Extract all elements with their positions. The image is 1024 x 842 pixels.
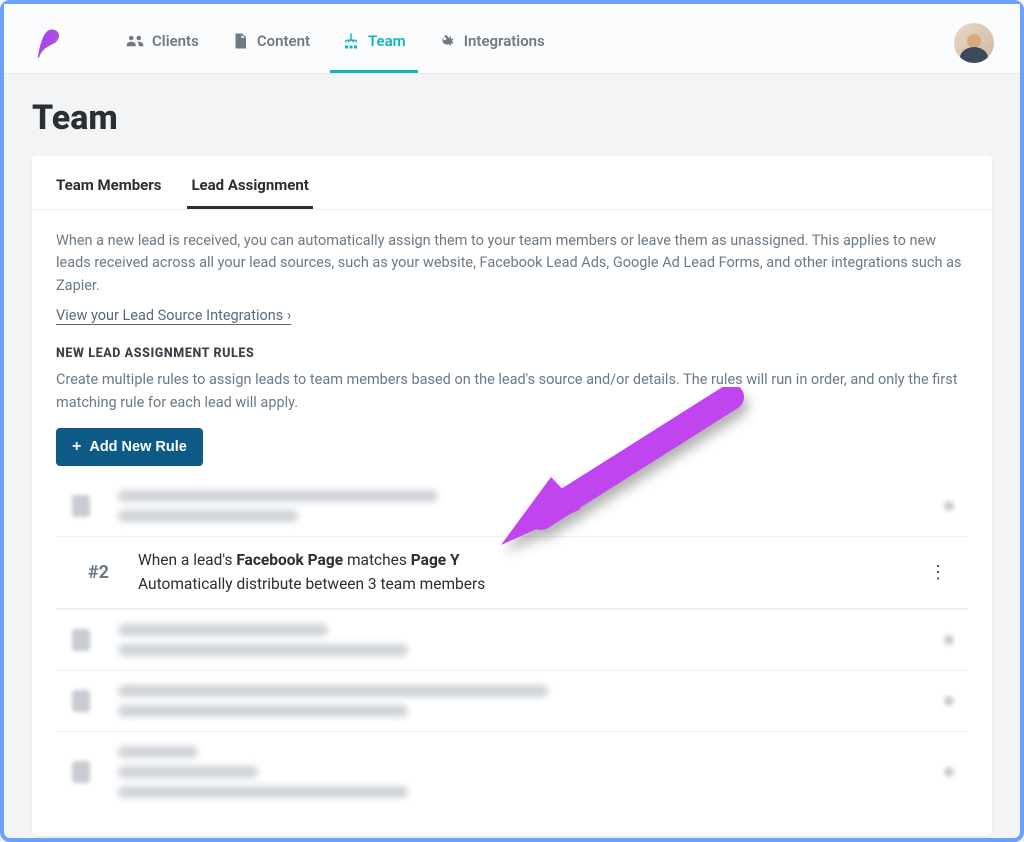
gears-icon bbox=[438, 32, 456, 50]
rule-row-blurred bbox=[56, 476, 968, 536]
rules-list: #2 When a lead's Facebook Page matches P… bbox=[56, 476, 968, 812]
drag-handle-icon bbox=[72, 495, 90, 517]
drag-handle-icon bbox=[72, 629, 90, 651]
lead-assignment-panel: When a new lead is received, you can aut… bbox=[32, 210, 992, 816]
top-nav-left: Clients Content Team Integrations bbox=[30, 12, 557, 73]
nav-team[interactable]: Team bbox=[330, 12, 418, 73]
integrations-link[interactable]: View your Lead Source Integrations › bbox=[56, 307, 291, 324]
rule-row-2[interactable]: #2 When a lead's Facebook Page matches P… bbox=[56, 536, 968, 609]
kebab-icon bbox=[944, 696, 954, 706]
rule-action-line: Automatically distribute between 3 team … bbox=[138, 573, 485, 596]
kebab-icon: ⋮ bbox=[929, 562, 946, 583]
team-tabs: Team Members Lead Assignment bbox=[32, 156, 992, 210]
nav-clients-label: Clients bbox=[152, 32, 199, 50]
rule-condition-line: When a lead's Facebook Page matches Page… bbox=[138, 549, 485, 572]
nav-integrations[interactable]: Integrations bbox=[426, 12, 557, 73]
add-new-rule-label: Add New Rule bbox=[89, 439, 186, 455]
top-nav-bar: Clients Content Team Integrations bbox=[4, 4, 1020, 74]
people-icon bbox=[126, 32, 144, 50]
kebab-icon bbox=[944, 767, 954, 777]
drag-handle-icon bbox=[72, 761, 90, 783]
panel-description: When a new lead is received, you can aut… bbox=[56, 230, 968, 297]
tab-team-members[interactable]: Team Members bbox=[52, 168, 165, 209]
kebab-icon bbox=[944, 501, 954, 511]
rule-menu-button[interactable]: ⋮ bbox=[919, 556, 956, 589]
org-chart-icon bbox=[342, 32, 360, 50]
rules-section-description: Create multiple rules to assign leads to… bbox=[56, 369, 968, 414]
rule-index: #2 bbox=[88, 562, 116, 583]
team-card: Team Members Lead Assignment When a new … bbox=[32, 156, 992, 836]
nav-clients[interactable]: Clients bbox=[114, 12, 211, 73]
rules-section-label: NEW LEAD ASSIGNMENT RULES bbox=[56, 346, 968, 361]
rule-row-blurred bbox=[56, 670, 968, 731]
nav-content-label: Content bbox=[257, 32, 310, 50]
rule-text: When a lead's Facebook Page matches Page… bbox=[138, 549, 485, 596]
drag-handle-icon bbox=[72, 690, 90, 712]
nav-content[interactable]: Content bbox=[219, 12, 322, 73]
rule-row-blurred bbox=[56, 609, 968, 670]
rule-row-blurred bbox=[56, 731, 968, 812]
nav-team-label: Team bbox=[368, 32, 406, 50]
add-new-rule-button[interactable]: + Add New Rule bbox=[56, 428, 203, 466]
nav-integrations-label: Integrations bbox=[464, 32, 545, 50]
app-logo-icon bbox=[30, 25, 66, 61]
document-icon bbox=[231, 32, 249, 50]
user-avatar[interactable] bbox=[954, 23, 994, 63]
kebab-icon bbox=[944, 635, 954, 645]
primary-nav: Clients Content Team Integrations bbox=[114, 12, 557, 73]
page-title: Team bbox=[4, 74, 1020, 156]
plus-icon: + bbox=[72, 438, 81, 456]
tab-lead-assignment[interactable]: Lead Assignment bbox=[187, 168, 312, 209]
